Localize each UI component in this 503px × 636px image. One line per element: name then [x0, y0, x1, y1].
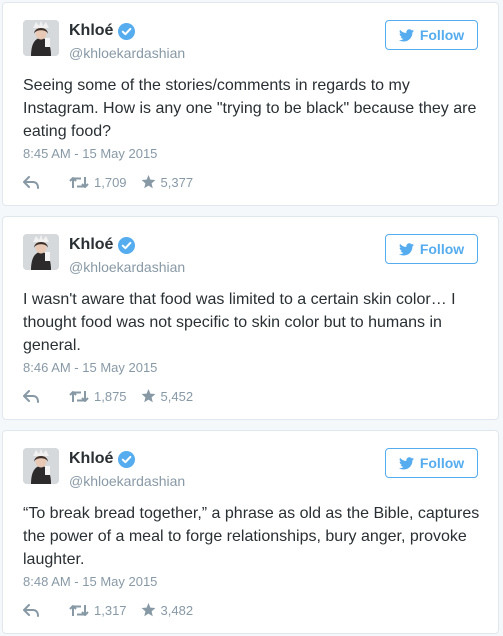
tweet-timestamp[interactable]: 8:48 AM - 15 May 2015 — [23, 574, 157, 589]
follow-button[interactable]: Follow — [385, 448, 478, 478]
twitter-bird-icon — [398, 242, 414, 256]
twitter-bird-icon — [398, 456, 414, 470]
retweet-icon — [69, 604, 89, 616]
verified-badge-icon — [118, 450, 136, 468]
author-handle[interactable]: @khloekardashian — [69, 473, 185, 489]
author-name[interactable]: Khloé — [69, 22, 113, 40]
retweet-button[interactable]: 1,875 — [69, 389, 127, 404]
reply-button[interactable] — [23, 603, 39, 617]
favorite-count: 5,377 — [160, 174, 194, 190]
twitter-bird-icon — [398, 28, 414, 42]
favorite-button[interactable]: 3,482 — [141, 602, 194, 618]
tweet-text: Seeing some of the stories/comments in r… — [23, 77, 477, 140]
reply-button[interactable] — [23, 175, 39, 189]
tweet-actions: 1,709 5,377 — [23, 172, 193, 192]
favorite-count: 5,452 — [160, 388, 194, 404]
author-name[interactable]: Khloé — [69, 236, 113, 254]
author-handle[interactable]: @khloekardashian — [69, 45, 185, 61]
retweet-button[interactable]: 1,317 — [69, 603, 127, 618]
author-name-row[interactable]: Khloé — [69, 21, 136, 41]
reply-button[interactable] — [23, 389, 39, 403]
follow-button-label: Follow — [419, 27, 465, 43]
author-name[interactable]: Khloé — [69, 450, 113, 468]
retweet-count: 1,709 — [94, 174, 127, 190]
tweet-feed: Khloé @khloekardashian Follow Seeing som… — [0, 0, 503, 636]
follow-button-label: Follow — [419, 455, 465, 471]
retweet-icon — [69, 176, 89, 188]
tweet-card: Khloé @khloekardashian Follow I wasn't a… — [2, 216, 499, 420]
favorite-count: 3,482 — [160, 602, 194, 618]
verified-badge-icon — [118, 236, 136, 254]
avatar[interactable] — [23, 448, 59, 484]
tweet-text: I wasn't aware that food was limited to … — [23, 291, 456, 354]
tweet-actions: 1,317 3,482 — [23, 600, 193, 620]
retweet-button[interactable]: 1,709 — [69, 175, 127, 190]
follow-button-label: Follow — [419, 241, 465, 257]
tweet-card: Khloé @khloekardashian Follow Seeing som… — [2, 2, 499, 206]
favorite-button[interactable]: 5,452 — [141, 388, 194, 404]
tweet-timestamp[interactable]: 8:45 AM - 15 May 2015 — [23, 146, 157, 161]
star-icon — [141, 389, 155, 403]
star-icon — [141, 175, 155, 189]
reply-icon — [23, 603, 39, 617]
tweet-text: “To break bread together,” a phrase as o… — [23, 505, 480, 568]
verified-badge-icon — [118, 22, 136, 40]
retweet-count: 1,875 — [94, 388, 127, 404]
favorite-button[interactable]: 5,377 — [141, 174, 194, 190]
reply-icon — [23, 175, 39, 189]
reply-icon — [23, 389, 39, 403]
author-name-row[interactable]: Khloé — [69, 235, 136, 255]
retweet-icon — [69, 390, 89, 402]
author-handle[interactable]: @khloekardashian — [69, 259, 185, 275]
follow-button[interactable]: Follow — [385, 20, 478, 50]
tweet-timestamp[interactable]: 8:46 AM - 15 May 2015 — [23, 360, 157, 375]
star-icon — [141, 603, 155, 617]
follow-button[interactable]: Follow — [385, 234, 478, 264]
retweet-count: 1,317 — [94, 602, 127, 618]
tweet-card: Khloé @khloekardashian Follow “To break … — [2, 430, 499, 634]
avatar[interactable] — [23, 20, 59, 56]
author-name-row[interactable]: Khloé — [69, 449, 136, 469]
avatar[interactable] — [23, 234, 59, 270]
tweet-actions: 1,875 5,452 — [23, 386, 193, 406]
